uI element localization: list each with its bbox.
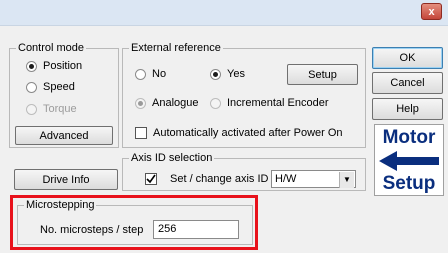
chevron-down-icon[interactable]: ▼: [339, 172, 354, 188]
yes-label[interactable]: Yes: [227, 67, 245, 81]
auto-activate-label[interactable]: Automatically activated after Power On: [153, 126, 343, 140]
speed-label[interactable]: Speed: [43, 80, 75, 94]
close-button[interactable]: x: [421, 3, 442, 20]
advanced-button[interactable]: Advanced: [15, 126, 113, 145]
incremental-encoder-label: Incremental Encoder: [227, 97, 329, 109]
drive-info-label: Drive Info: [42, 173, 90, 186]
cancel-label: Cancel: [390, 77, 425, 89]
auto-activate-checkbox[interactable]: [135, 127, 147, 139]
close-icon: x: [428, 6, 435, 18]
control-mode-group: Control mode Position Speed Torque Advan…: [9, 41, 119, 148]
yes-radio[interactable]: [210, 69, 221, 80]
no-label[interactable]: No: [152, 67, 166, 81]
axis-id-legend: Axis ID selection: [129, 151, 215, 165]
checkmark-icon: [146, 174, 156, 184]
torque-radio: [26, 104, 37, 115]
position-radio[interactable]: [26, 61, 37, 72]
axis-id-group: Axis ID selection Set / change axis ID H…: [122, 151, 366, 191]
ok-label: OK: [399, 52, 416, 64]
external-reference-legend: External reference: [129, 41, 223, 55]
no-radio[interactable]: [135, 69, 146, 80]
help-label: Help: [396, 103, 419, 115]
torque-label: Torque: [43, 103, 77, 115]
motor-setup-button[interactable]: Motor Setup: [374, 124, 444, 196]
cancel-button[interactable]: Cancel: [372, 72, 443, 94]
set-axis-id-label[interactable]: Set / change axis ID: [170, 172, 268, 186]
motor-setup-line1: Motor: [382, 127, 436, 148]
external-reference-group: External reference No Yes Setup Analogue…: [122, 41, 366, 148]
advanced-label: Advanced: [39, 129, 89, 142]
microstepping-highlight: [10, 195, 258, 250]
ok-button[interactable]: OK: [372, 47, 443, 69]
speed-radio[interactable]: [26, 82, 37, 93]
set-axis-id-checkbox[interactable]: [145, 173, 157, 185]
axis-id-select[interactable]: H/W ▼: [271, 170, 356, 188]
left-arrow-icon: [379, 151, 439, 171]
setup-button[interactable]: Setup: [287, 64, 358, 85]
position-label[interactable]: Position: [43, 59, 82, 73]
analogue-radio: [135, 98, 146, 109]
motor-setup-line2: Setup: [382, 173, 436, 194]
control-mode-legend: Control mode: [16, 41, 87, 55]
analogue-label: Analogue: [152, 97, 199, 109]
drive-info-button[interactable]: Drive Info: [14, 169, 118, 190]
help-button[interactable]: Help: [372, 98, 443, 120]
setup-label: Setup: [308, 68, 337, 81]
axis-id-value: H/W: [275, 173, 297, 185]
title-bar: x: [0, 0, 448, 26]
incremental-encoder-radio: [210, 98, 221, 109]
